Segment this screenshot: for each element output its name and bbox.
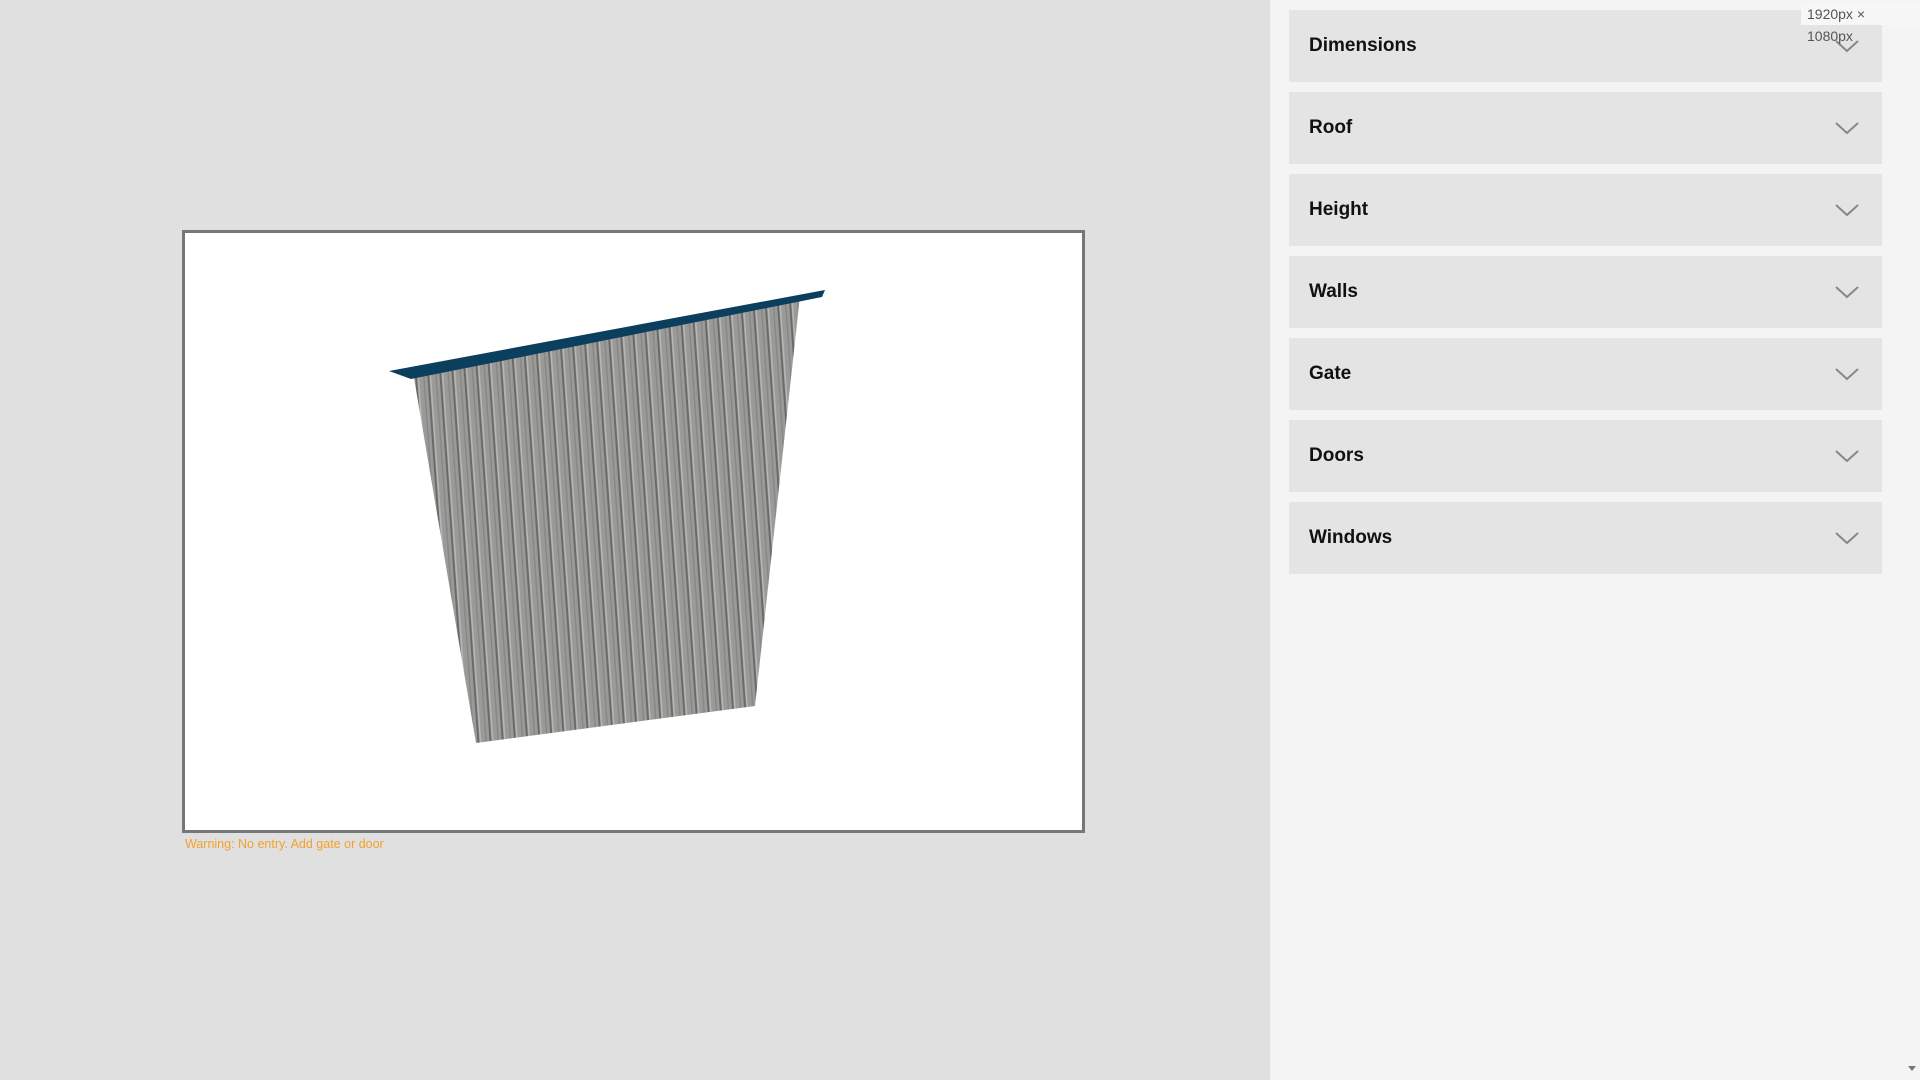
section-roof[interactable]: Roof (1289, 92, 1882, 164)
section-label: Walls (1309, 281, 1358, 302)
section-label: Roof (1309, 117, 1353, 138)
section-label: Dimensions (1309, 35, 1417, 56)
section-label: Windows (1309, 527, 1393, 548)
scroll-down-arrow-icon[interactable] (1907, 1064, 1917, 1074)
carport-model[interactable] (185, 233, 1088, 836)
section-label: Gate (1309, 363, 1352, 384)
section-windows[interactable]: Windows (1289, 502, 1882, 574)
canvas-area: Warning: No entry. Add gate or door (0, 0, 1270, 1080)
chevron-down-icon[interactable] (1834, 530, 1860, 546)
chevron-down-icon[interactable] (1834, 366, 1860, 382)
section-doors[interactable]: Doors (1289, 420, 1882, 492)
section-label: Doors (1309, 445, 1364, 466)
section-dimensions[interactable]: Dimensions (1289, 10, 1882, 82)
chevron-down-icon[interactable] (1834, 448, 1860, 464)
section-height[interactable]: Height (1289, 174, 1882, 246)
dimension-badge: 1920px × 1080px (1801, 3, 1920, 44)
section-gate[interactable]: Gate (1289, 338, 1882, 410)
chevron-down-icon[interactable] (1834, 202, 1860, 218)
chevron-down-icon[interactable] (1834, 120, 1860, 136)
section-label: Height (1309, 199, 1369, 220)
section-walls[interactable]: Walls (1289, 256, 1882, 328)
3d-viewport[interactable] (182, 230, 1085, 833)
chevron-down-icon[interactable] (1834, 284, 1860, 300)
warning-message: Warning: No entry. Add gate or door (185, 837, 384, 851)
options-panel: Dimensions Roof Height Walls Gate Doors … (1270, 0, 1920, 1080)
